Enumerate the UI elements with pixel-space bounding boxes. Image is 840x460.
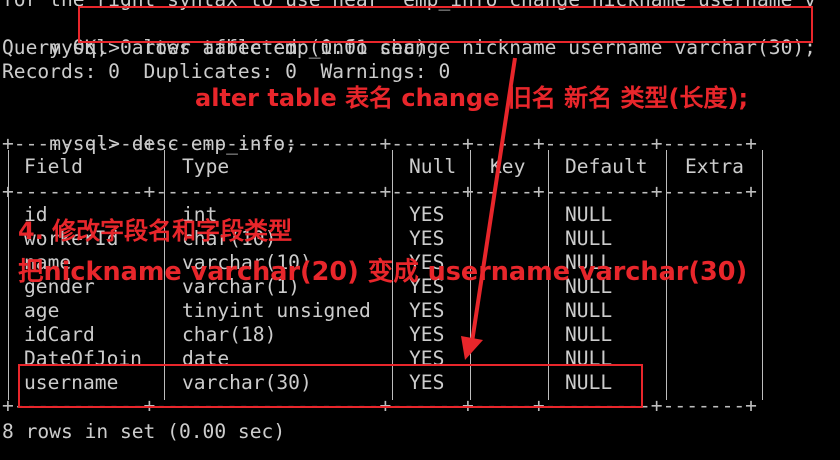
description-annotation: 把nickname varchar(20) 变成 username varcha…	[18, 257, 748, 287]
header-null: Null	[409, 155, 457, 178]
cell-null: YES	[409, 227, 445, 250]
header-key: Key	[490, 155, 526, 178]
cell-null: YES	[409, 323, 445, 346]
header-type: Type	[182, 155, 230, 178]
header-field: Field	[24, 155, 83, 178]
header-extra: Extra	[685, 155, 744, 178]
cell-field: idCard	[24, 323, 95, 346]
cell-field: age	[24, 299, 60, 322]
cell-null: YES	[409, 299, 445, 322]
records-line: Records: 0 Duplicates: 0 Warnings: 0	[2, 60, 451, 83]
cell-type: tinyint unsigned	[182, 299, 371, 322]
table-vertical-border	[762, 150, 763, 400]
cell-default: NULL	[565, 299, 613, 322]
step-annotation: 4. 修改字段名和字段类型	[18, 217, 293, 245]
cell-null: YES	[409, 203, 445, 226]
rows-in-set-line: 8 rows in set (0.00 sec)	[2, 420, 286, 443]
table-border-top: +-----------+-------------------+------+…	[2, 132, 757, 155]
highlight-row-box	[18, 364, 643, 408]
highlight-command-box	[78, 6, 813, 43]
cell-default: NULL	[565, 323, 613, 346]
table-vertical-border	[8, 150, 9, 400]
header-default: Default	[565, 155, 648, 178]
cell-default: NULL	[565, 227, 613, 250]
cell-type: char(18)	[182, 323, 277, 346]
syntax-annotation: alter table 表名 change 旧名 新名 类型(长度);	[195, 84, 749, 112]
table-border-mid: +-----------+-------------------+------+…	[2, 180, 757, 203]
cell-default: NULL	[565, 203, 613, 226]
